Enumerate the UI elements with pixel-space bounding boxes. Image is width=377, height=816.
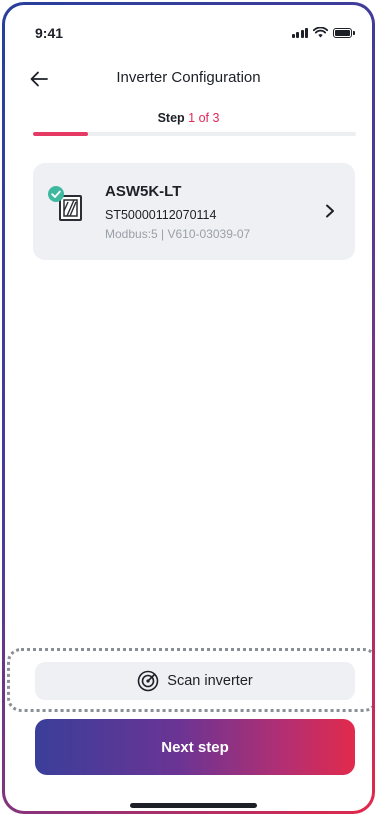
phone-frame: 9:41 Inverter Configuration Step 1 of 3 bbox=[2, 2, 375, 814]
battery-icon bbox=[333, 27, 355, 38]
inverter-card[interactable]: ASW5K-LT ST50000112070114 Modbus:5 | V61… bbox=[33, 163, 355, 260]
step-indicator: Step 1 of 3 bbox=[5, 111, 372, 125]
step-progress-fill bbox=[33, 132, 88, 136]
scan-inverter-label: Scan inverter bbox=[167, 673, 253, 689]
step-count: 1 of 3 bbox=[188, 111, 220, 125]
next-step-button[interactable]: Next step bbox=[35, 719, 355, 775]
page-title: Inverter Configuration bbox=[116, 69, 261, 86]
step-label: Step bbox=[157, 111, 185, 125]
status-time: 9:41 bbox=[35, 25, 64, 41]
inverter-meta: Modbus:5 | V610-03039-07 bbox=[105, 227, 251, 241]
inverter-serial: ST50000112070114 bbox=[105, 208, 217, 222]
next-step-label: Next step bbox=[161, 738, 229, 756]
chevron-right-icon bbox=[326, 204, 334, 218]
step-progress-bar bbox=[33, 132, 356, 136]
screen: 9:41 Inverter Configuration Step 1 of 3 bbox=[5, 5, 372, 811]
signal-icon bbox=[291, 27, 308, 38]
check-circle-icon bbox=[48, 186, 64, 202]
scan-inverter-button[interactable]: Scan inverter bbox=[35, 662, 355, 700]
radar-scan-icon bbox=[137, 670, 159, 692]
home-indicator bbox=[130, 803, 257, 808]
inverter-model: ASW5K-LT bbox=[105, 183, 182, 200]
status-icons bbox=[291, 27, 355, 38]
wifi-icon bbox=[313, 27, 328, 38]
inverter-device-icon bbox=[48, 186, 82, 221]
